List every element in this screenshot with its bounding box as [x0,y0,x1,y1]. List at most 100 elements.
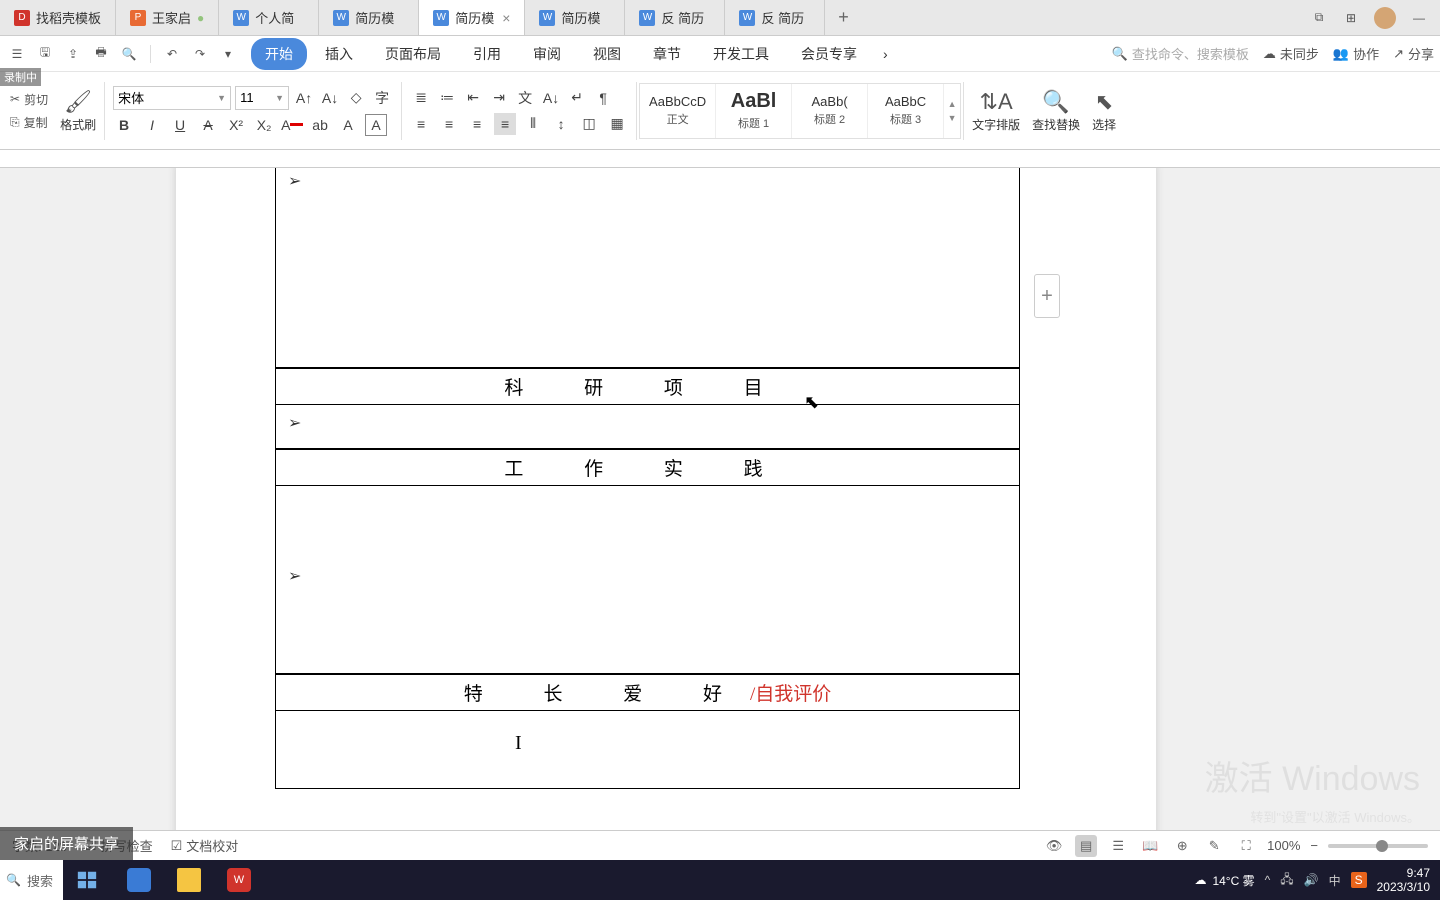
borders-button[interactable]: ▦ [606,113,628,135]
task-app-1[interactable] [115,860,163,900]
tab-doc-1[interactable]: P 王家启 ● [116,0,219,35]
line-spacing-button[interactable]: ↕ [550,113,572,135]
tray-ime-icon[interactable]: S [1351,872,1367,888]
shrink-font-button[interactable]: A↓ [319,87,341,109]
numbering-button[interactable]: ≔ [436,87,458,109]
italic-button[interactable]: I [141,114,163,136]
task-wps[interactable]: W [215,860,263,900]
menu-icon[interactable]: ☰ [6,43,28,65]
text-layout-button[interactable]: ⇅A 文字排版 [966,86,1026,135]
tab-doc-5[interactable]: W 简历模 [525,0,625,35]
resume-table[interactable]: ➢ 科 研 项 目 ➢ 工 作 实 践 ➢ 特 长 爱 好/自我评价 [275,168,1020,789]
align-right-button[interactable]: ≡ [466,113,488,135]
copy-button[interactable]: ⎘复制 [10,114,48,131]
tab-more-icon[interactable]: › [875,40,896,68]
tab-chapter[interactable]: 章节 [639,38,695,70]
bullets-button[interactable]: ≣ [410,87,432,109]
strikethrough-button[interactable]: A [197,114,219,136]
tab-view[interactable]: 视图 [579,38,635,70]
table-header-work[interactable]: 工 作 实 践 [275,449,1020,486]
format-painter-button[interactable]: 🖌 格式刷 [54,86,102,135]
start-button[interactable] [63,860,111,900]
gallery-down-icon[interactable]: ▼ [948,113,957,123]
undo-icon[interactable]: ↶ [161,43,183,65]
tab-references[interactable]: 引用 [459,38,515,70]
find-replace-button[interactable]: 🔍 查找替换 [1026,86,1086,135]
zoom-thumb[interactable] [1376,840,1388,852]
add-section-button[interactable]: + [1034,274,1060,318]
document-viewport[interactable]: ➢ 科 研 项 目 ➢ 工 作 实 践 ➢ 特 长 爱 好/自我评价 + ⬉ I [0,168,1440,860]
zoom-slider[interactable] [1328,844,1428,848]
save-icon[interactable]: 🖫 [34,43,56,65]
tab-developer[interactable]: 开发工具 [699,38,783,70]
grid-icon[interactable]: ⊞ [1342,9,1360,27]
distribute-button[interactable]: ⫴ [522,113,544,135]
ime-indicator[interactable]: 中 [1329,872,1341,889]
tab-start[interactable]: 开始 [251,38,307,70]
fit-page-button[interactable]: ⛶ [1235,835,1257,857]
table-header-research[interactable]: 科 研 项 目 [275,368,1020,405]
web-view-button[interactable]: ⊕ [1171,835,1193,857]
show-marks-button[interactable]: ¶ [592,87,614,109]
outline-view-button[interactable]: ☰ [1107,835,1129,857]
tab-review[interactable]: 审阅 [519,38,575,70]
line-break-button[interactable]: ↵ [566,87,588,109]
tab-page-layout[interactable]: 页面布局 [371,38,455,70]
new-tab-button[interactable]: + [825,7,861,28]
page-view-button[interactable]: ▤ [1075,835,1097,857]
table-section-content[interactable] [275,711,1020,789]
indent-button[interactable]: ⇥ [488,87,510,109]
text-effects-button[interactable]: A [337,114,359,136]
table-section-content[interactable]: ➢ [275,405,1020,449]
tab-doc-active[interactable]: W 简历模 × [419,0,525,35]
font-size-select[interactable]: 11▼ [235,86,289,110]
tab-doc-6[interactable]: W 反 简历 [625,0,725,35]
align-center-button[interactable]: ≡ [438,113,460,135]
taskbar-search[interactable]: 🔍 搜索 [0,860,63,900]
highlight-button[interactable]: ab [309,114,331,136]
asian-layout-button[interactable]: 文 [514,87,536,109]
avatar[interactable] [1374,7,1396,29]
outdent-button[interactable]: ⇤ [462,87,484,109]
phonetic-button[interactable]: 字 [371,87,393,109]
bold-button[interactable]: B [113,114,135,136]
cut-button[interactable]: ✂剪切 [10,91,48,108]
collab-button[interactable]: 👥 协作 [1333,44,1379,63]
zoom-out-button[interactable]: − [1310,838,1318,853]
font-color-button[interactable]: A [281,114,303,136]
redo-icon[interactable]: ↷ [189,43,211,65]
sort-button[interactable]: A↓ [540,87,562,109]
select-button[interactable]: ⬉ 选择 [1086,86,1122,135]
gallery-up-icon[interactable]: ▲ [948,99,957,109]
tab-insert[interactable]: 插入 [311,38,367,70]
style-heading3[interactable]: AaBbC 标题 3 [868,84,944,138]
shading-button[interactable]: ◫ [578,113,600,135]
clear-format-button[interactable]: ◇ [345,87,367,109]
style-heading1[interactable]: AaBl 标题 1 [716,84,792,138]
preview-icon[interactable]: 🔍 [118,43,140,65]
char-border-button[interactable]: A [365,114,387,136]
task-file-explorer[interactable] [165,860,213,900]
tray-volume-icon[interactable]: 🔊 [1304,873,1319,887]
tab-templates[interactable]: D 找稻壳模板 [0,0,116,35]
align-justify-button[interactable]: ≡ [494,113,516,135]
style-heading2[interactable]: AaBb( 标题 2 [792,84,868,138]
weather-widget[interactable]: ☁ 14°C 雾 [1194,872,1254,889]
tab-doc-2[interactable]: W 个人简 [219,0,319,35]
qat-dropdown-icon[interactable]: ▾ [217,43,239,65]
close-icon[interactable]: × [502,10,510,26]
superscript-button[interactable]: X² [225,114,247,136]
share-button[interactable]: ↗ 分享 [1393,44,1434,63]
clock[interactable]: 9:47 2023/3/10 [1377,866,1430,894]
minimize-icon[interactable]: — [1410,9,1428,27]
window-layout-icon[interactable]: ⧉ [1310,9,1328,27]
ruler[interactable] [0,150,1440,168]
table-section-content[interactable]: ➢ [275,486,1020,674]
eye-icon[interactable]: 👁 [1043,835,1065,857]
underline-button[interactable]: U [169,114,191,136]
tray-network-icon[interactable]: 🖧 [1280,870,1293,891]
annotate-button[interactable]: ✎ [1203,835,1225,857]
align-left-button[interactable]: ≡ [410,113,432,135]
subscript-button[interactable]: X₂ [253,114,275,136]
zoom-value[interactable]: 100% [1267,838,1300,853]
